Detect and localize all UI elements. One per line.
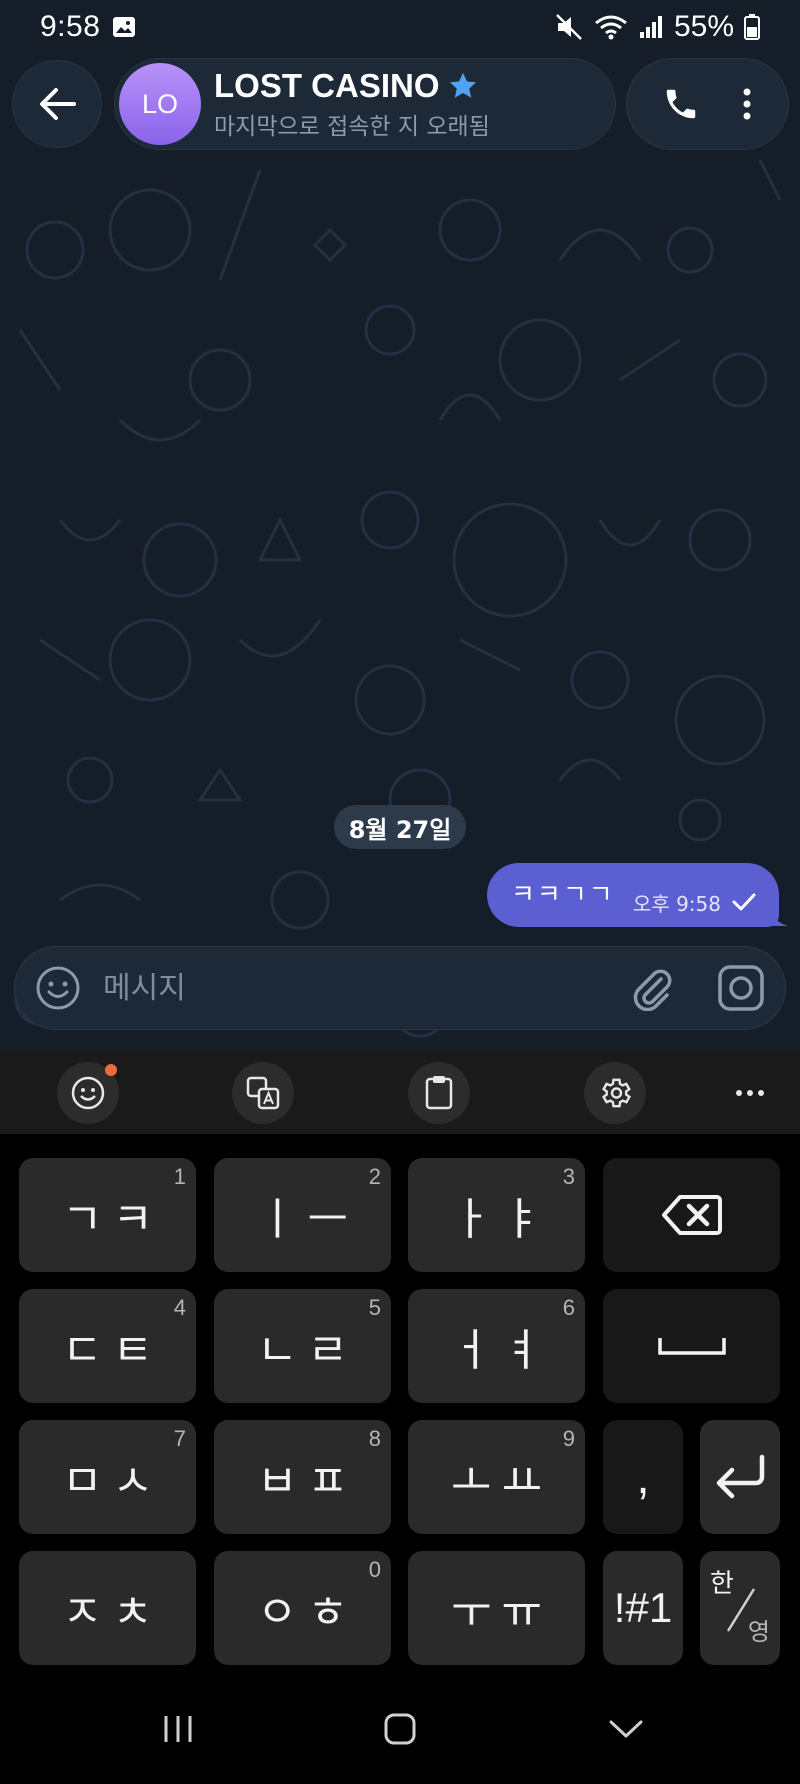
status-bar: 9:58 55% — [0, 0, 800, 54]
mute-icon — [554, 12, 584, 42]
notification-dot — [105, 1064, 117, 1076]
key-a-ya[interactable]: ㅏㅑ 3 — [408, 1158, 585, 1272]
lang-english-label: 영 — [747, 1618, 770, 1646]
key-number: 5 — [368, 1295, 381, 1320]
date-chip: 8월 27일 — [334, 805, 466, 849]
key-label: ㄴㄹ — [257, 1325, 358, 1376]
key-number: 3 — [562, 1164, 575, 1189]
phone-icon[interactable] — [662, 85, 700, 123]
key-jieut-chieut[interactable]: ㅈㅊ — [19, 1551, 196, 1665]
symbols-key[interactable]: !#1 — [603, 1551, 683, 1665]
emoji-icon[interactable] — [35, 965, 81, 1011]
status-time: 9:58 — [40, 10, 101, 43]
camera-icon[interactable] — [717, 964, 765, 1012]
key-digeut-tieut[interactable]: ㄷㅌ 4 — [19, 1289, 196, 1403]
message-input-bar — [14, 946, 786, 1030]
key-label: ㅏㅑ — [451, 1194, 552, 1245]
key-i-eu[interactable]: ㅣㅡ 2 — [214, 1158, 391, 1272]
clipboard-icon — [425, 1076, 453, 1110]
battery-icon — [744, 14, 760, 40]
hide-keyboard-button[interactable] — [596, 1704, 656, 1754]
keyboard: ㄱㅋ 1 ㅣㅡ 2 ㅏㅑ 3 ㄷㅌ 4 ㄴㄹ 5 ㅓㅕ 6 ㅁㅅ 7 ㅂㅍ 8 … — [0, 1134, 800, 1674]
gear-icon — [602, 1078, 631, 1108]
avatar: LO — [119, 63, 201, 145]
back-button[interactable] — [12, 60, 102, 148]
wifi-icon — [594, 13, 628, 41]
header-actions — [626, 58, 789, 150]
key-number: 7 — [173, 1426, 186, 1451]
key-label: ㅁㅅ — [62, 1456, 163, 1507]
key-eo-yeo[interactable]: ㅓㅕ 6 — [408, 1289, 585, 1403]
key-label: ㅈㅊ — [62, 1587, 163, 1638]
key-giyeok-kieuk[interactable]: ㄱㅋ 1 — [19, 1158, 196, 1272]
key-o-yo[interactable]: ㅗㅛ 9 — [408, 1420, 585, 1534]
keyboard-toolbar — [0, 1050, 800, 1134]
key-u-yu[interactable]: ㅜㅠ — [408, 1551, 585, 1665]
keyboard-settings-button[interactable] — [584, 1062, 646, 1124]
comma-label: , — [636, 1450, 650, 1504]
chevron-down-icon — [609, 1720, 643, 1738]
emoji-keyboard-button[interactable] — [57, 1062, 119, 1124]
home-icon — [384, 1713, 416, 1745]
comma-key[interactable]: , — [603, 1420, 683, 1534]
key-bieup-pieup[interactable]: ㅂㅍ 8 — [214, 1420, 391, 1534]
key-number: 2 — [368, 1164, 381, 1189]
recents-icon — [164, 1716, 192, 1742]
key-ieung-hieut[interactable]: ㅇㅎ 0 — [214, 1551, 391, 1665]
navigation-bar — [0, 1674, 800, 1784]
key-number: 0 — [368, 1557, 381, 1582]
key-label: ㅓㅕ — [451, 1325, 552, 1376]
home-button[interactable] — [370, 1704, 430, 1754]
key-number: 4 — [173, 1295, 186, 1320]
chat-title: LOST CASINO — [214, 67, 440, 104]
translate-button[interactable] — [232, 1062, 294, 1124]
message-text: ㅋㅋㄱㄱ — [511, 879, 615, 910]
symbols-label: !#1 — [613, 1584, 673, 1631]
arrow-left-icon — [40, 88, 76, 120]
key-mieum-siot[interactable]: ㅁㅅ 7 — [19, 1420, 196, 1534]
space-key[interactable] — [603, 1289, 780, 1403]
battery-level: 55% — [673, 10, 734, 43]
space-icon — [657, 1338, 726, 1355]
gallery-icon — [112, 15, 136, 39]
toolbar-more-button[interactable] — [728, 1062, 772, 1124]
smiley-icon — [71, 1076, 105, 1110]
key-label: ㅂㅍ — [257, 1456, 358, 1507]
message-input[interactable] — [103, 970, 583, 1006]
message-bubble-outgoing[interactable]: ㅋㅋㄱㄱ 오후 9:58 — [487, 863, 779, 927]
more-horiz-icon — [736, 1090, 764, 1096]
key-label: ㅣㅡ — [257, 1194, 358, 1245]
key-number: 9 — [562, 1426, 575, 1451]
enter-icon — [716, 1454, 765, 1499]
chat-subtitle: 마지막으로 접속한 지 오래됨 — [214, 114, 490, 140]
key-label: ㅗㅛ — [451, 1456, 552, 1507]
key-label: ㅇㅎ — [257, 1587, 358, 1638]
attach-icon[interactable] — [631, 965, 673, 1011]
message-time: 오후 9:58 — [632, 891, 721, 916]
chat-header[interactable]: LO LOST CASINO 마지막으로 접속한 지 오래됨 — [114, 58, 616, 150]
enter-key[interactable] — [700, 1420, 780, 1534]
key-label: ㄷㅌ — [62, 1325, 163, 1376]
signal-icon — [638, 14, 664, 40]
star-icon — [448, 71, 478, 101]
check-icon — [731, 892, 757, 912]
recent-apps-button[interactable] — [148, 1704, 208, 1754]
bubble-tail — [764, 896, 788, 926]
backspace-key[interactable] — [603, 1158, 780, 1272]
chat-area: 9:58 55% LO LOST CASINO 마지막으로 접속한 지 오래됨 … — [0, 0, 800, 1050]
key-number: 6 — [562, 1295, 575, 1320]
key-label: ㅜㅠ — [451, 1587, 552, 1638]
clipboard-button[interactable] — [408, 1062, 470, 1124]
more-vert-icon[interactable] — [741, 87, 753, 121]
key-nieun-rieul[interactable]: ㄴㄹ 5 — [214, 1289, 391, 1403]
key-number: 1 — [173, 1164, 186, 1189]
translate-icon — [246, 1076, 280, 1110]
key-number: 8 — [368, 1426, 381, 1451]
backspace-icon — [661, 1195, 722, 1235]
key-label: ㄱㅋ — [62, 1194, 163, 1245]
language-switch-key[interactable]: 한 영 — [700, 1551, 780, 1665]
